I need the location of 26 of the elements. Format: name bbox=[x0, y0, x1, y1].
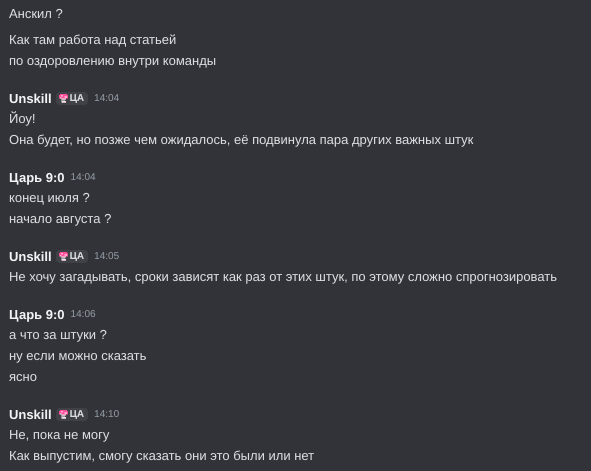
message-text: Она будет, но позже чем ожидалось, её подвинула пара других важных штук bbox=[9, 131, 474, 149]
username: Царь 9:0 bbox=[9, 170, 65, 184]
message-text: Йоу! bbox=[9, 110, 37, 128]
message-text: Как там работа над статьей bbox=[9, 31, 178, 49]
role-name: ЦА bbox=[70, 250, 84, 262]
message-text: Анскил ? bbox=[9, 5, 64, 23]
message-text: ну если можно сказать bbox=[9, 347, 148, 365]
timestamp: 14:10 bbox=[94, 408, 120, 420]
message-text: Как выпустим, смогу сказать они это были или нет bbox=[9, 447, 316, 465]
message-text: начало августа ? bbox=[9, 210, 112, 228]
message-text: ясно bbox=[9, 368, 38, 386]
message-text: Не, пока не могу bbox=[9, 426, 110, 444]
role-name: ЦА bbox=[70, 92, 84, 104]
timestamp: 14:04 bbox=[70, 172, 96, 182]
username: Царь 9:0 bbox=[9, 306, 65, 322]
message-text: конец июля ? bbox=[9, 189, 91, 207]
role-name: ЦА bbox=[70, 408, 84, 420]
timestamp: 14:04 bbox=[94, 92, 120, 104]
timestamp: 14:05 bbox=[94, 250, 120, 262]
message-text: Не хочу загадывать, сроки зависят как раз от этих штук, по этому сложно спрогнозировать bbox=[9, 268, 558, 286]
message-text: по оздоровлению внутри команды bbox=[9, 52, 218, 70]
timestamp: 14:06 bbox=[70, 308, 96, 320]
username: Unskill bbox=[9, 248, 52, 264]
username: Unskill bbox=[9, 90, 52, 106]
username: Unskill bbox=[9, 406, 52, 422]
message-text: а что за штуки ? bbox=[9, 326, 108, 344]
